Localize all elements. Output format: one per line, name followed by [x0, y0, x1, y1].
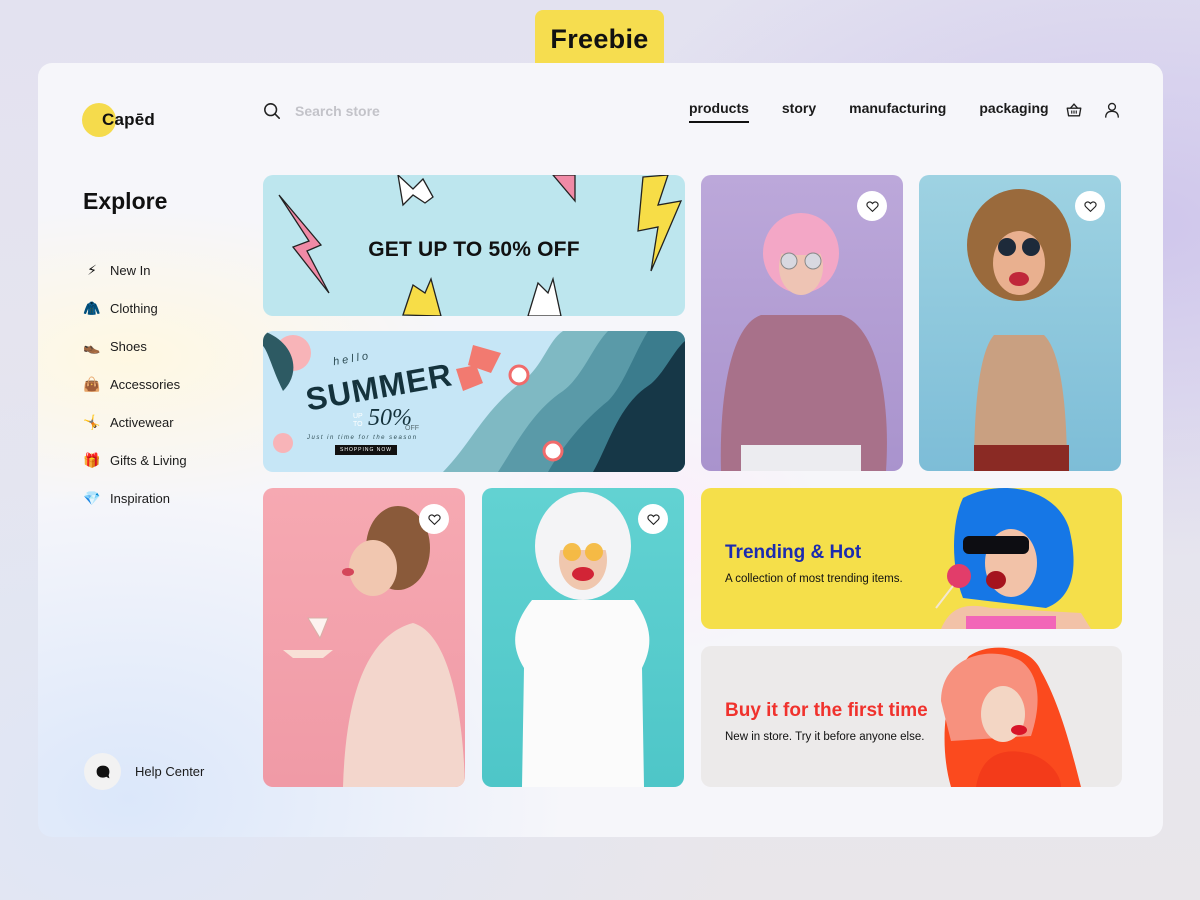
chat-bubble-icon [96, 765, 109, 778]
sidebar-item-activewear[interactable]: 🤸 Activewear [83, 403, 187, 441]
sidebar-item-label: Activewear [110, 414, 174, 430]
lightning-icon: ⚡ [87, 261, 97, 278]
app-window: Capēd products story manufacturing packa… [38, 63, 1163, 837]
sidebar-item-clothing[interactable]: 🧥 Clothing [83, 289, 187, 327]
help-bubble [84, 753, 121, 790]
nav-manufacturing[interactable]: manufacturing [849, 100, 946, 122]
nav-products[interactable]: products [689, 100, 749, 123]
sidebar-item-label: Shoes [110, 338, 147, 354]
summer-off: OFF [405, 425, 419, 432]
product-card-white-tee[interactable] [482, 488, 684, 787]
search-input[interactable] [295, 103, 465, 119]
sidebar-item-label: Accessories [110, 376, 181, 392]
sale-text: GET UP TO 50% OFF [368, 238, 580, 261]
heart-icon [427, 513, 441, 525]
basket-icon[interactable] [1065, 101, 1083, 119]
help-center-label: Help Center [135, 764, 205, 779]
sidebar-item-label: Inspiration [110, 490, 170, 506]
first-time-subtitle: New in store. Try it before anyone else. [725, 731, 925, 743]
shoe-icon: 👞 [83, 337, 101, 354]
gymnast-icon: 🤸 [83, 413, 101, 430]
nav-story[interactable]: story [782, 100, 816, 122]
sidebar-item-new-in[interactable]: ⚡ New In [83, 251, 187, 289]
sidebar-item-label: New In [110, 262, 151, 278]
gift-icon: 🎁 [83, 451, 101, 468]
first-time-title: Buy it for the first time [725, 700, 928, 721]
freebie-badge: Freebie [535, 10, 664, 70]
sidebar-item-shoes[interactable]: 👞 Shoes [83, 327, 187, 365]
favorite-button[interactable] [857, 191, 887, 221]
trending-subtitle: A collection of most trending items. [725, 573, 903, 585]
sidebar-item-accessories[interactable]: 👜 Accessories [83, 365, 187, 403]
first-time-banner[interactable]: Buy it for the first time New in store. … [701, 646, 1122, 787]
sidebar-list: ⚡ New In 🧥 Clothing 👞 Shoes 👜 Accessories 🤸 A… [83, 251, 187, 517]
trending-banner[interactable]: Trending & Hot A collection of most tren… [701, 488, 1122, 629]
favorite-button[interactable] [419, 504, 449, 534]
sale-banner[interactable]: GET UP TO 50% OFF [263, 175, 685, 316]
logo-text: Capēd [102, 110, 155, 129]
gem-icon: 💎 [83, 489, 101, 506]
handbag-icon: 👜 [83, 375, 101, 392]
coat-icon: 🧥 [83, 299, 101, 316]
heart-icon [646, 513, 660, 525]
heart-icon [865, 200, 879, 212]
search-icon[interactable] [263, 102, 281, 120]
summer-tagline: Just in time for the season [307, 435, 418, 441]
product-card-satin-robe[interactable] [263, 488, 465, 787]
favorite-button[interactable] [638, 504, 668, 534]
product-card-pink-wig[interactable] [701, 175, 903, 471]
sidebar-item-label: Gifts & Living [110, 452, 187, 468]
heart-icon [1083, 200, 1097, 212]
user-icon[interactable] [1103, 101, 1121, 119]
summer-cta-button[interactable]: SHOPPING NOW [335, 445, 398, 455]
product-card-curly-hair[interactable] [919, 175, 1121, 471]
summer-up-to: UP TO [353, 413, 363, 428]
nav-icons [1065, 101, 1121, 119]
sidebar-title: Explore [83, 188, 168, 214]
sidebar-item-inspiration[interactable]: 💎 Inspiration [83, 479, 187, 517]
trending-title: Trending & Hot [725, 542, 862, 563]
sidebar-item-gifts-living[interactable]: 🎁 Gifts & Living [83, 441, 187, 479]
sidebar-item-label: Clothing [110, 300, 158, 316]
search-bar[interactable] [263, 100, 483, 122]
favorite-button[interactable] [1075, 191, 1105, 221]
top-nav: products story manufacturing packaging [689, 100, 1082, 123]
summer-banner[interactable]: hello SUMMER UP TO 50% OFF Just in time … [263, 331, 685, 472]
logo[interactable]: Capēd [82, 103, 172, 137]
nav-packaging[interactable]: packaging [979, 100, 1048, 122]
help-center-button[interactable]: Help Center [84, 753, 204, 790]
